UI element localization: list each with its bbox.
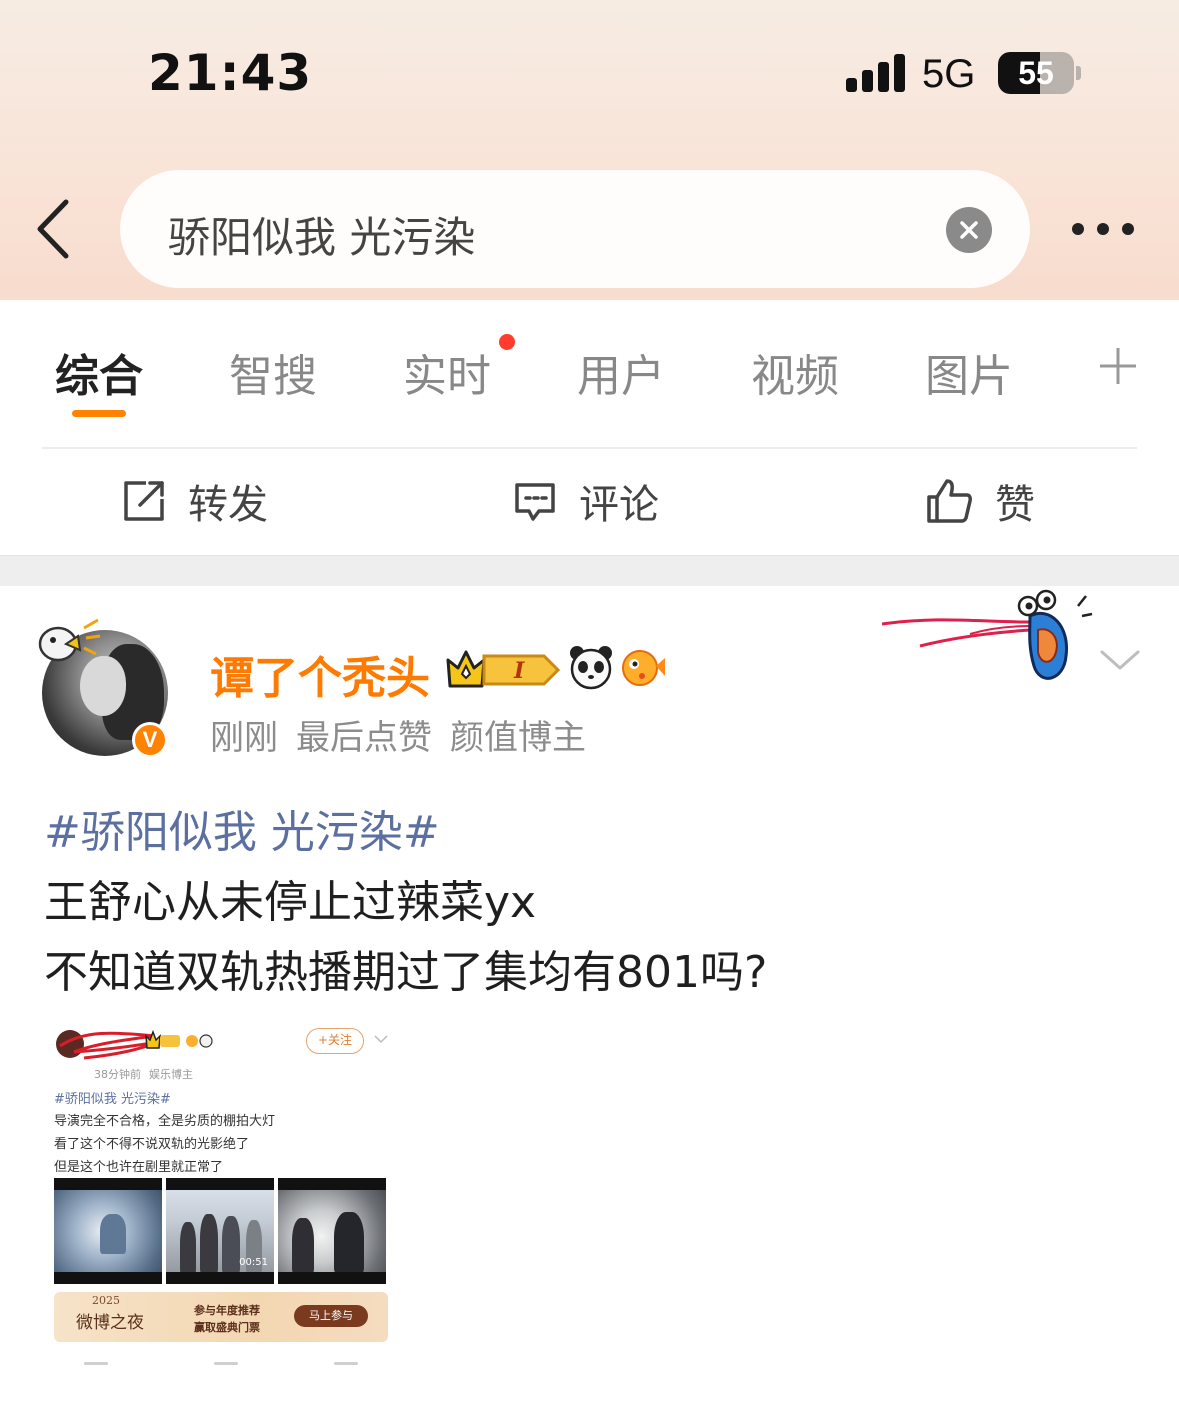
repost-label: 转发	[188, 482, 268, 528]
svg-text:I: I	[513, 658, 525, 684]
banner-join-button: 马上参与	[294, 1305, 368, 1327]
embedded-follow-button: +关注	[306, 1028, 364, 1054]
comment-button[interactable]: 评论	[513, 473, 659, 529]
embedded-thumbnail	[54, 1178, 162, 1284]
repost-icon	[124, 481, 164, 521]
embedded-thumbnail	[278, 1178, 386, 1284]
post-username[interactable]: 谭了个秃头	[210, 642, 430, 706]
embedded-video-thumbnail: 00:51	[166, 1178, 274, 1284]
post-text-line: 王舒心从未停止过辣菜yx	[44, 877, 537, 928]
post-meta: 刚刚 最后点赞 颜值博主	[210, 710, 604, 759]
embedded-text-line: 但是这个也许在剧里就正常了	[54, 1160, 224, 1175]
embedded-text-line: 导演完全不合格，全是劣质的棚拍大灯	[54, 1114, 276, 1129]
chevron-left-icon	[37, 199, 69, 259]
embedded-meta: 38分钟前 娱乐博主	[94, 1066, 201, 1082]
video-duration: 00:51	[239, 1257, 268, 1268]
tab-images[interactable]: 图片	[925, 340, 1013, 404]
bird-decoration-icon	[38, 618, 101, 662]
like-button[interactable]: 赞	[925, 473, 1035, 529]
post-topic-link[interactable]: #骄阳似我 光污染#	[44, 796, 440, 860]
comment-label: 评论	[579, 482, 659, 528]
network-type: 5G	[922, 52, 976, 96]
banner-year: 2025	[92, 1294, 120, 1307]
embedded-action-row	[74, 1362, 374, 1374]
post-card[interactable]: V 谭了个秃头 I 刚刚 最后点赞 颜值博主 #骄阳似我 光污染# 王舒心从未停止过…	[0, 586, 1179, 1423]
search-input[interactable]: 骄阳似我 光污染	[120, 170, 1030, 288]
tab-comprehensive[interactable]: 综合	[55, 340, 143, 404]
chevron-down-icon[interactable]	[1100, 648, 1140, 672]
battery-percent: 55	[1018, 55, 1054, 91]
top-header: 21:43 5G 55 骄阳似我 光污染	[0, 0, 1179, 300]
embedded-time: 38分钟前	[94, 1068, 141, 1081]
tab-videos[interactable]: 视频	[751, 340, 839, 404]
like-label: 赞	[995, 482, 1035, 528]
battery-cap	[1076, 66, 1081, 80]
active-tab-indicator	[72, 410, 126, 417]
panda-emoji-icon	[570, 646, 612, 690]
post-last-liked: 最后点赞	[296, 718, 432, 758]
embedded-user-tag: 娱乐博主	[149, 1068, 193, 1081]
embedded-text-line: 看了这个不得不说双轨的光影绝了	[54, 1137, 250, 1152]
post-text-line: 不知道双轨热播期过了集均有801吗?	[44, 947, 768, 998]
battery-icon: 55	[998, 52, 1074, 94]
add-tab-button[interactable]	[1098, 346, 1138, 386]
search-tabs: 综合 智搜 实时 用户 视频 图片	[0, 300, 1179, 446]
more-button[interactable]	[1066, 218, 1140, 240]
clear-search-button[interactable]	[946, 207, 992, 253]
tab-smart-search[interactable]: 智搜	[229, 340, 317, 404]
signal-icon	[846, 54, 906, 92]
crown-membership-badge-icon: I	[446, 650, 561, 688]
verified-badge-icon: V	[132, 722, 168, 758]
back-button[interactable]	[30, 196, 80, 262]
more-dots-icon	[1072, 223, 1084, 235]
search-query: 骄阳似我 光污染	[168, 213, 476, 262]
status-time: 21:43	[148, 44, 313, 102]
repost-button[interactable]: 转发	[122, 473, 268, 529]
puffer-fish-emoji-icon	[622, 650, 665, 686]
plus-icon	[1100, 348, 1136, 384]
post-time: 刚刚	[210, 718, 278, 758]
action-bar: 转发 评论 赞	[0, 449, 1179, 555]
weibo-night-banner: 2025 微博之夜 参与年度推荐 赢取盛典门票 马上参与	[54, 1292, 388, 1342]
post-image[interactable]: +关注 38分钟前 娱乐博主 #骄阳似我 光污染# 导演完全不合格，全是劣质的棚拍…	[44, 1022, 396, 1382]
banner-logo: 微博之夜	[76, 1313, 144, 1333]
thumbs-up-icon	[927, 479, 972, 523]
tab-realtime[interactable]: 实时	[403, 340, 491, 404]
realtime-notification-dot	[499, 334, 515, 350]
clear-circle-icon	[960, 221, 978, 239]
banner-text: 参与年度推荐	[194, 1304, 260, 1317]
embedded-topic: #骄阳似我 光污染#	[54, 1092, 171, 1107]
snail-decoration-icon	[881, 589, 1093, 680]
comment-icon	[515, 483, 555, 521]
section-separator	[0, 555, 1179, 586]
post-user-tag: 颜值博主	[450, 718, 586, 758]
banner-text: 赢取盛典门票	[194, 1321, 260, 1334]
tab-users[interactable]: 用户	[577, 340, 665, 404]
mini-chevron-down-icon	[374, 1035, 388, 1044]
mini-badges-icon	[145, 1030, 213, 1049]
